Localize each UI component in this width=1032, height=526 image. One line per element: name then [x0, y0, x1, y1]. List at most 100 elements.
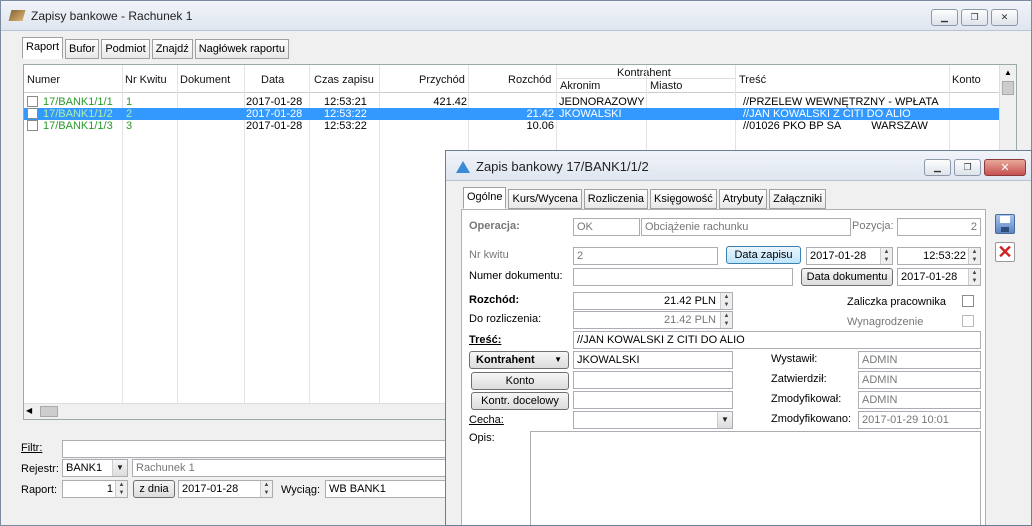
main-title: Zapisy bankowe - Rachunek 1 [31, 9, 193, 23]
cell-tresc: //JAN KOWALSKI Z CITI DO ALIO [743, 108, 911, 120]
col-numer[interactable]: Numer [27, 74, 60, 86]
kontrahent-input[interactable]: JKOWALSKI [573, 351, 733, 369]
konto-button[interactable]: Konto [471, 372, 569, 390]
zmodyfikowano-label: Zmodyfikowano: [771, 413, 852, 425]
delete-icon[interactable]: ✕ [995, 242, 1015, 262]
table-row[interactable]: 17/BANK1/1/2 2 2017-01-28 12:53:22 21.42… [24, 108, 1000, 120]
chevron-down-icon[interactable]: ▼ [112, 460, 127, 476]
tab-bufor[interactable]: Bufor [65, 39, 100, 59]
dialog-title: Zapis bankowy 17/BANK1/1/2 [476, 159, 649, 174]
data-dok-input[interactable]: 2017-01-28 ▲ ▼ [897, 268, 981, 286]
tab-ksiegowosc[interactable]: Księgowość [650, 189, 717, 209]
save-icon[interactable] [995, 214, 1015, 234]
cecha-label: Cecha: [469, 414, 504, 426]
tab-naglowek[interactable]: Nagłówek raportu [194, 39, 289, 59]
row-checkbox[interactable] [27, 120, 38, 131]
cell-rozchod: 21.42 [526, 108, 554, 120]
minimize-icon[interactable]: ▁ [924, 159, 951, 176]
rozchod-label: Rozchód: [469, 294, 520, 306]
z-dnia-input[interactable]: 2017-01-28 ▲ ▼ [178, 480, 273, 498]
do-rozliczenia-value: 21.42 PLN [664, 314, 716, 326]
col-rozchod[interactable]: Rozchód [508, 74, 551, 86]
restore-icon[interactable]: ❐ [954, 159, 981, 176]
col-data[interactable]: Data [261, 74, 284, 86]
cell-czas: 12:53:21 [324, 96, 367, 108]
dialog-panel: Operacja: OK Obciążenie rachunku Pozycja… [461, 209, 986, 525]
tab-znajdz[interactable]: Znajdź [151, 39, 193, 59]
hscroll-thumb[interactable] [40, 406, 58, 417]
cell-data: 2017-01-28 [246, 96, 303, 108]
col-konto[interactable]: Konto [952, 74, 981, 86]
scroll-thumb[interactable] [1002, 81, 1014, 95]
raport-input[interactable]: 1 ▲ ▼ [62, 480, 128, 498]
czas-input[interactable]: 12:53:22 ▲ ▼ [897, 247, 981, 265]
cell-tresc: //01026 PKO BP SA WARSZAW [743, 120, 928, 132]
tab-atrybuty[interactable]: Atrybuty [718, 189, 768, 209]
tab-podmiot[interactable]: Podmiot [101, 39, 150, 59]
col-akronim[interactable]: Akronim [560, 80, 600, 92]
col-nr-kwitu[interactable]: Nr Kwitu [125, 74, 167, 86]
cell-akronim: JKOWALSKI [559, 108, 622, 120]
cell-kwit: 1 [126, 96, 133, 108]
scroll-up-icon[interactable]: ▲ [1000, 65, 1016, 81]
numer-dok-input[interactable] [573, 268, 793, 286]
spinner-icon[interactable]: ▲ ▼ [968, 248, 980, 264]
dialog-titlebar[interactable]: Zapis bankowy 17/BANK1/1/2 ▁ ❐ ✕ [446, 151, 1031, 181]
col-czas[interactable]: Czas zapisu [314, 74, 374, 86]
triangle-icon [456, 161, 470, 173]
konto-input[interactable] [573, 371, 733, 389]
main-titlebar[interactable]: Zapisy bankowe - Rachunek 1 ▁ ❐ ✕ [1, 1, 1031, 31]
table-row[interactable]: 17/BANK1/1/1 1 2017-01-28 12:53:21 421.4… [24, 96, 1000, 108]
wystawil-label: Wystawił: [771, 353, 818, 365]
rejestr-value: BANK1 [66, 462, 103, 474]
cell-kwit: 2 [126, 108, 133, 120]
close-icon[interactable]: ✕ [991, 9, 1018, 26]
tresc-input[interactable]: //JAN KOWALSKI Z CITI DO ALIO [573, 331, 981, 349]
row-checkbox[interactable] [27, 96, 38, 107]
close-icon[interactable]: ✕ [984, 159, 1026, 176]
col-przychod[interactable]: Przychód [419, 74, 465, 86]
col-miasto[interactable]: Miasto [650, 80, 682, 92]
tab-rozliczenia[interactable]: Rozliczenia [583, 189, 649, 209]
row-checkbox[interactable] [27, 108, 38, 119]
cell-numer: 17/BANK1/1/1 [43, 96, 113, 108]
wyciag-label: Wyciąg: [281, 484, 321, 496]
minimize-icon[interactable]: ▁ [931, 9, 958, 26]
tab-kurs[interactable]: Kurs/Wycena [508, 189, 582, 209]
opis-textarea[interactable] [530, 431, 981, 525]
restore-icon[interactable]: ❐ [961, 9, 988, 26]
chevron-down-icon[interactable]: ▼ [717, 412, 732, 428]
data-dokumentu-button[interactable]: Data dokumentu [801, 268, 893, 286]
zaliczka-checkbox[interactable] [962, 295, 974, 307]
col-tresc[interactable]: Treść [739, 74, 766, 86]
tab-zalaczniki[interactable]: Załączniki [769, 189, 827, 209]
kontr-docelowy-button[interactable]: Kontr. docelowy [471, 392, 569, 410]
rozchod-input[interactable]: 21.42 PLN ▲ ▼ [573, 292, 733, 310]
wyciag-input[interactable]: WB BANK1 [325, 480, 452, 498]
scroll-left-icon[interactable]: ◀ [26, 406, 32, 415]
spinner-icon[interactable]: ▲ ▼ [880, 248, 892, 264]
filtr-input[interactable] [62, 440, 452, 458]
tab-ogolne[interactable]: Ogólne [463, 187, 507, 209]
spinner-icon[interactable]: ▲ ▼ [115, 481, 127, 497]
kontr-docelowy-input[interactable] [573, 391, 733, 409]
pozycja-label: Pozycja: [852, 220, 894, 232]
czas-value: 12:53:22 [923, 250, 966, 262]
col-dokument[interactable]: Dokument [180, 74, 230, 86]
table-row[interactable]: 17/BANK1/1/3 3 2017-01-28 12:53:22 10.06… [24, 120, 1000, 132]
spinner-icon[interactable]: ▲ ▼ [968, 269, 980, 285]
tab-raport[interactable]: Raport [22, 37, 64, 59]
cecha-select[interactable]: ▼ [573, 411, 733, 429]
cell-data: 2017-01-28 [246, 120, 303, 132]
data-zapisu-input[interactable]: 2017-01-28 ▲ ▼ [806, 247, 893, 265]
wynagrodzenie-checkbox[interactable] [962, 315, 974, 327]
pozycja-value: 2 [897, 218, 981, 236]
z-dnia-button[interactable]: z dnia [133, 480, 175, 498]
kontrahent-button[interactable]: Kontrahent ▼ [469, 351, 569, 369]
data-zapisu-button[interactable]: Data zapisu [726, 246, 801, 264]
rejestr-select[interactable]: BANK1 ▼ [62, 459, 128, 477]
spinner-icon[interactable]: ▲ ▼ [260, 481, 272, 497]
zaliczka-label: Zaliczka pracownika [847, 296, 947, 308]
spinner-icon[interactable]: ▲ ▼ [720, 293, 732, 309]
cell-numer: 17/BANK1/1/3 [43, 120, 113, 132]
